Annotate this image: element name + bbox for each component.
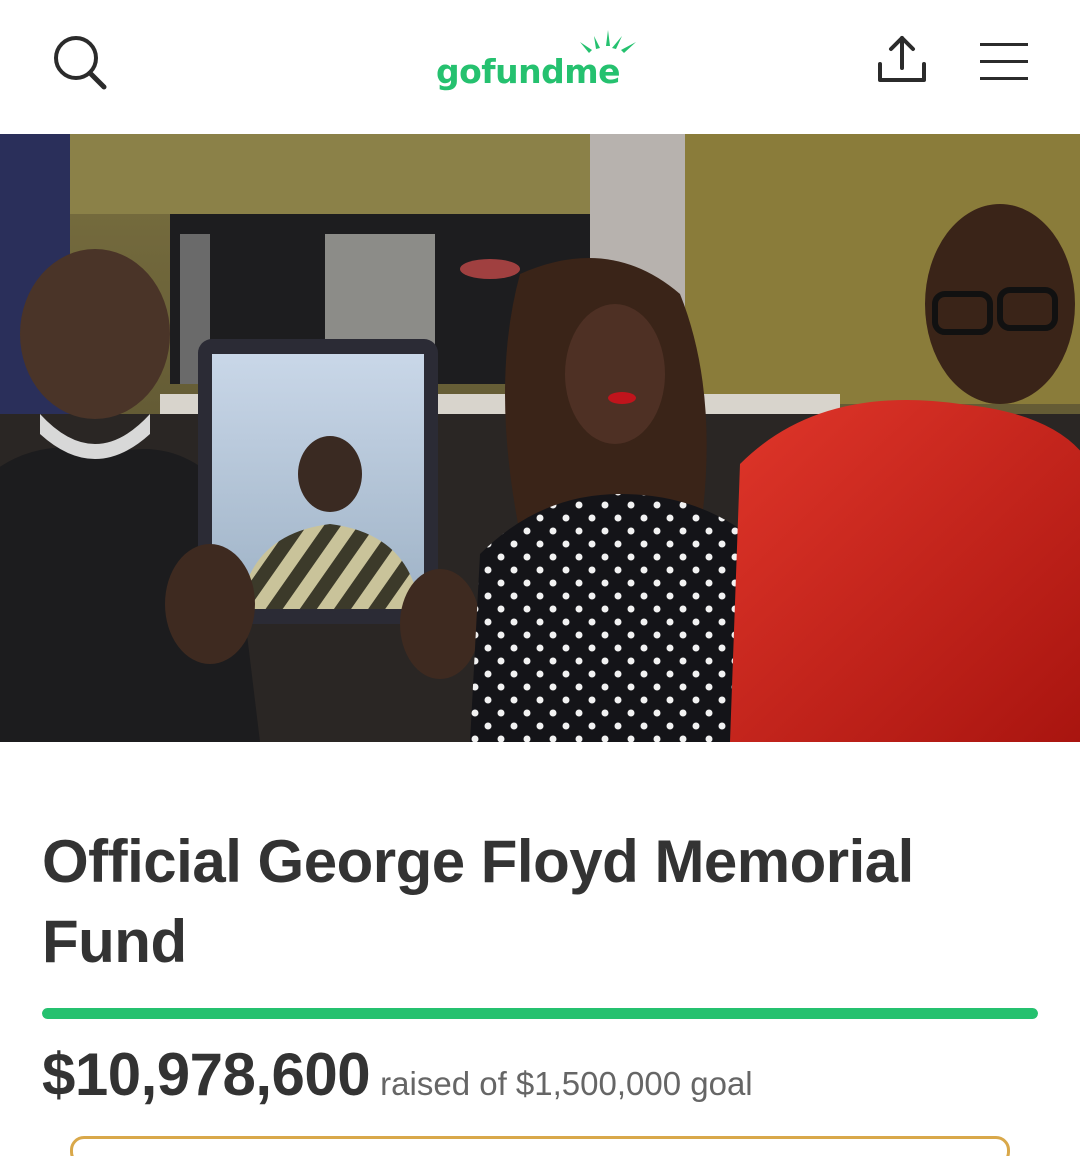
donate-button[interactable] (70, 1136, 1010, 1156)
gofundme-logo[interactable]: gofundme (436, 28, 646, 98)
goal-text: raised of $1,500,000 goal (380, 1065, 753, 1102)
campaign-hero-image[interactable] (0, 134, 1080, 742)
amount-raised: $10,978,600 (42, 1041, 371, 1108)
progress-bar (42, 1008, 1038, 1019)
logo-wordmark: gofundme (436, 52, 621, 91)
progress-bar-fill (42, 1008, 1038, 1019)
top-nav-bar: gofundme (0, 0, 1080, 130)
campaign-page: gofundme Official George Floyd Memorial … (0, 0, 1080, 1156)
share-button[interactable] (872, 32, 932, 88)
share-icon (878, 36, 926, 82)
menu-button[interactable] (976, 40, 1032, 82)
hamburger-menu-icon (980, 43, 1028, 80)
search-button[interactable] (50, 32, 110, 92)
funding-summary: $10,978,600 raised of $1,500,000 goal (42, 1040, 753, 1110)
campaign-photo (0, 134, 1080, 742)
logo-sun-icon (580, 30, 636, 53)
search-icon (54, 36, 107, 90)
campaign-title: Official George Floyd Memorial Fund (42, 828, 914, 975)
